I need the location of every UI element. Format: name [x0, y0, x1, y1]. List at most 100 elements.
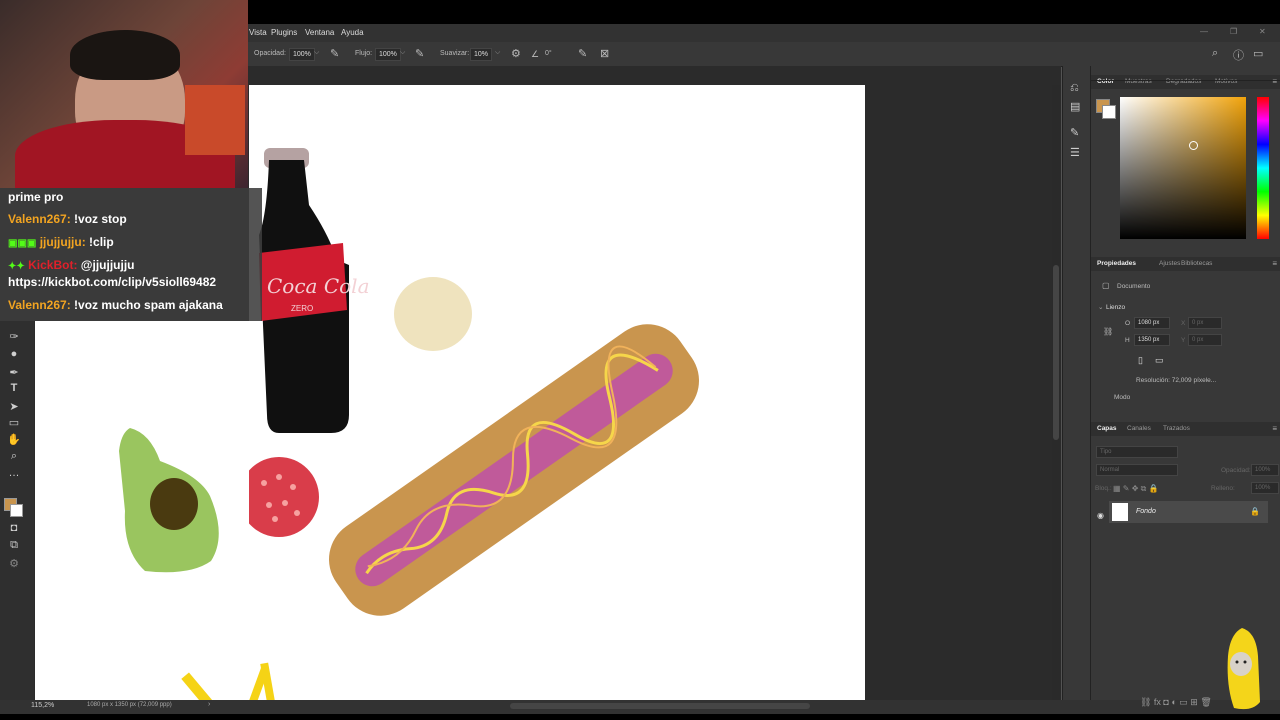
tab-channels[interactable]: Canales: [1127, 425, 1151, 432]
layer-row[interactable]: Fondo 🔒: [1109, 501, 1268, 523]
document-icon: ▢: [1102, 281, 1110, 290]
tab-properties[interactable]: Propiedades: [1097, 260, 1136, 267]
comments-icon[interactable]: ▤: [1070, 100, 1080, 113]
chevron-down-icon[interactable]: ⌵: [400, 49, 405, 57]
chat-text: !clip: [85, 235, 114, 249]
document-canvas-left[interactable]: [35, 321, 249, 701]
color-picker-cursor[interactable]: [1189, 141, 1198, 150]
height-field[interactable]: 1350 px: [1134, 334, 1170, 346]
angle-icon: ∠: [531, 49, 540, 59]
dodge-tool-icon[interactable]: ●: [7, 348, 21, 360]
background-color-swatch[interactable]: [10, 504, 23, 517]
hand-tool-icon[interactable]: ✋: [7, 433, 21, 446]
chat-text: @jjujjujju: [77, 258, 135, 272]
chat-text: prime pro: [8, 190, 64, 204]
search-icon[interactable]: ⌕: [1212, 47, 1218, 60]
y-field[interactable]: 0 px: [1188, 334, 1222, 346]
menu-ventana[interactable]: Ventana: [305, 28, 334, 37]
layer-opacity-input[interactable]: 100%: [1251, 464, 1279, 476]
menu-ayuda[interactable]: Ayuda: [341, 28, 364, 37]
height-label: H: [1125, 337, 1130, 344]
fries-left: [181, 672, 215, 701]
layer-actions-icons[interactable]: ⛓ fx ◘ ◐ ▭ ⊞ 🗑: [1140, 697, 1212, 708]
document-info: 1080 px x 1350 px (72,009 ppp): [87, 702, 172, 708]
blend-mode-select[interactable]: Normal: [1096, 464, 1178, 476]
adjustments-icon[interactable]: ☰: [1070, 146, 1080, 159]
menu-vista[interactable]: Vista: [249, 28, 267, 37]
minimize-icon[interactable]: —: [1200, 27, 1208, 36]
smooth-input[interactable]: 10%: [470, 48, 493, 61]
canvas-drawing-left: [119, 428, 219, 701]
airbrush-icon[interactable]: ✎: [415, 47, 424, 60]
opacity-input[interactable]: 100%: [289, 48, 315, 61]
layer-name: Fondo: [1136, 508, 1156, 515]
panel-menu-icon[interactable]: ≡: [1272, 259, 1277, 268]
maximize-icon[interactable]: ❐: [1230, 27, 1237, 36]
pen-tool-icon[interactable]: ✒: [7, 366, 21, 379]
pressure-opacity-icon[interactable]: ✎: [330, 47, 339, 60]
panel-menu-icon[interactable]: ≡: [1272, 424, 1277, 433]
background-color-chip[interactable]: [1102, 105, 1116, 119]
zoom-level[interactable]: 115,2%: [31, 702, 54, 709]
lock-label: Bloq.:: [1095, 485, 1112, 492]
symmetry-icon[interactable]: ⊠: [600, 47, 609, 60]
chat-username: KickBot:: [28, 258, 78, 272]
path-select-icon[interactable]: ➤: [7, 400, 21, 413]
streamer-hair: [70, 30, 180, 80]
landscape-icon[interactable]: ▭: [1155, 355, 1164, 366]
chat-username: Valenn267:: [8, 298, 71, 312]
gear-icon[interactable]: ⚙: [511, 47, 521, 60]
brush-tool-icon[interactable]: ✑: [7, 330, 21, 343]
panel-menu-icon[interactable]: ≡: [1272, 77, 1277, 86]
color-panel-divider: [1090, 80, 1280, 81]
more-tools-icon[interactable]: …: [7, 467, 21, 479]
bot-badge-icon: ✦✦: [8, 261, 25, 272]
document-canvas[interactable]: Coca Cola ZERO: [249, 85, 865, 701]
hue-slider[interactable]: [1257, 97, 1269, 239]
horizontal-scroll-thumb[interactable]: [510, 703, 810, 709]
type-tool-icon[interactable]: T: [7, 382, 21, 394]
chevron-down-icon[interactable]: ⌵: [495, 49, 500, 57]
fill-input[interactable]: 100%: [1251, 482, 1279, 494]
tab-paths[interactable]: Trazados: [1163, 425, 1190, 432]
chat-link[interactable]: https://kickbot.com/clip/v5sioll69482: [8, 275, 216, 289]
opacity-label: Opacidad:: [254, 50, 286, 57]
flow-label: Flujo:: [355, 50, 373, 57]
onion-drawing: [394, 277, 472, 351]
flow-input[interactable]: 100%: [375, 48, 401, 61]
tab-adjustments[interactable]: Ajustes: [1159, 260, 1180, 267]
help-icon[interactable]: ⓘ: [1233, 47, 1244, 63]
tab-layers[interactable]: Capas: [1097, 425, 1117, 432]
vertical-scroll-thumb[interactable]: [1053, 265, 1059, 440]
zoom-tool-icon[interactable]: ⌕: [7, 450, 21, 463]
chat-text: !voz stop: [70, 212, 127, 226]
width-field[interactable]: 1080 px: [1134, 317, 1170, 329]
portrait-icon[interactable]: ▯: [1138, 355, 1143, 366]
photoshop-app: Vista Plugins Ventana Ayuda — ❐ ✕ Opacid…: [0, 0, 1280, 720]
rectangle-tool-icon[interactable]: ▭: [7, 416, 21, 429]
pressure-size-icon[interactable]: ✎: [578, 47, 587, 60]
layer-filter-input[interactable]: Tipo: [1096, 446, 1178, 458]
resolution-text: Resolución: 72,009 píxele...: [1136, 377, 1217, 384]
tab-libraries[interactable]: Bibliotecas: [1181, 260, 1212, 267]
link-icon[interactable]: ⛓: [1103, 327, 1113, 336]
lock-icon[interactable]: 🔒: [1250, 507, 1260, 516]
angle-value[interactable]: 0°: [545, 50, 552, 57]
edit-toolbar-icon[interactable]: ⚙: [7, 557, 21, 570]
fill-label: Relleno:: [1211, 485, 1235, 492]
x-field[interactable]: 0 px: [1188, 317, 1222, 329]
chevron-down-icon[interactable]: ⌵: [314, 49, 319, 57]
chevron-right-icon[interactable]: ›: [208, 701, 210, 708]
lock-icons[interactable]: ▦ ✎ ✥ ⧉ 🔒: [1113, 484, 1159, 494]
history-icon[interactable]: ⎌: [1070, 82, 1079, 95]
eye-icon[interactable]: ◉: [1097, 511, 1104, 520]
menu-plugins[interactable]: Plugins: [271, 28, 297, 37]
brushes-icon[interactable]: ✎: [1070, 126, 1079, 139]
screen-mode-icon[interactable]: ⧉: [7, 539, 21, 552]
close-icon[interactable]: ✕: [1259, 27, 1266, 36]
chevron-down-icon[interactable]: ⌄: [1098, 303, 1103, 311]
quick-mask-icon[interactable]: ◘: [7, 522, 21, 534]
color-picker-field[interactable]: [1120, 97, 1246, 239]
workspace-icon[interactable]: ▭: [1253, 47, 1263, 60]
chat-line: ▣▣▣ jjujjujju: !clip: [8, 235, 114, 249]
